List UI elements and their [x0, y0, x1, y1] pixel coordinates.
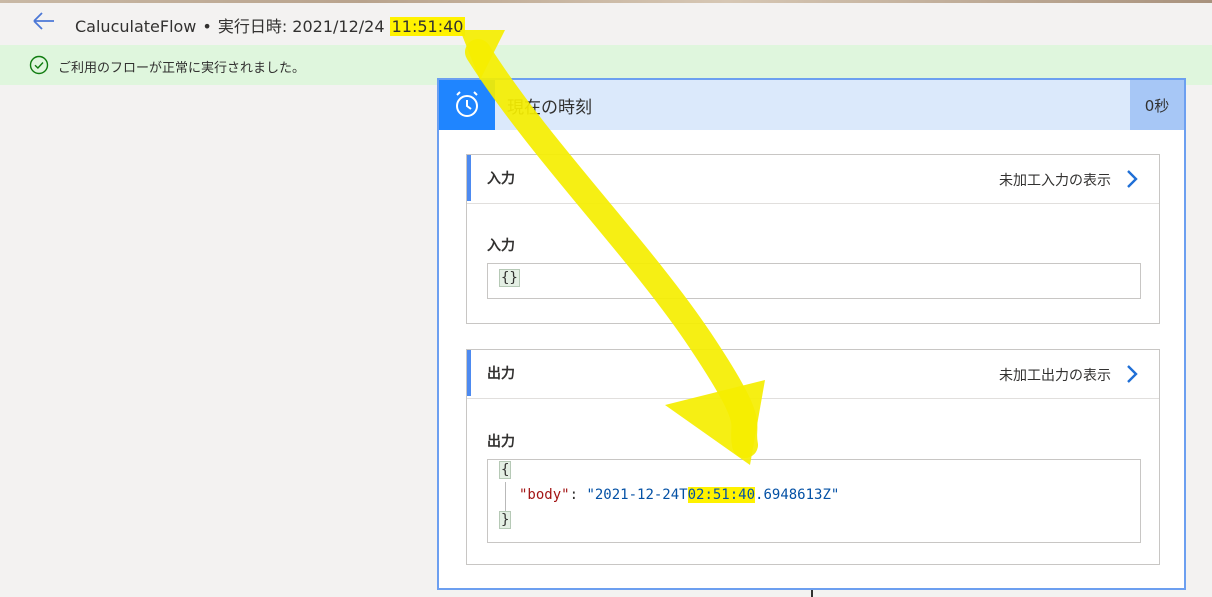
action-header[interactable]: 現在の時刻 0秒 [439, 80, 1184, 130]
alarm-clock-icon [439, 80, 495, 130]
action-card: 現在の時刻 0秒 入力 未加工入力の表示 入力 {} 出力 未加工出力の表示 出… [437, 78, 1186, 590]
banner-message: ご利用のフローが正常に実行されました。 [58, 61, 306, 76]
close-brace: } [499, 511, 512, 529]
outputs-section-header: 出力 未加工出力の表示 [467, 350, 1159, 399]
run-date: 実行日時: 2021/12/24 [217, 17, 385, 36]
inputs-section-label: 入力 [487, 171, 515, 187]
open-brace: { [499, 461, 512, 479]
outputs-section-label: 出力 [487, 366, 515, 382]
chevron-right-icon[interactable] [1125, 364, 1139, 384]
json-value-prefix: "2021-12-24T [586, 487, 688, 503]
outputs-accent-bar [467, 350, 471, 396]
outputs-label: 出力 [487, 434, 515, 450]
back-arrow-icon[interactable] [30, 9, 58, 33]
show-raw-inputs-link[interactable]: 未加工入力の表示 [999, 170, 1111, 190]
json-value-suffix: .6948613Z" [755, 487, 840, 503]
inputs-accent-bar [467, 155, 471, 201]
page-title: CaluculateFlow • 実行日時: 2021/12/24 11:51:40 [75, 13, 466, 37]
json-value-highlight: 02:51:40 [687, 487, 756, 503]
run-header: CaluculateFlow • 実行日時: 2021/12/24 11:51:40 [0, 3, 1212, 45]
action-title: 現在の時刻 [507, 98, 592, 118]
inputs-label: 入力 [487, 238, 515, 254]
flow-connector [811, 590, 813, 597]
outputs-section: 出力 未加工出力の表示 出力 { "body": "2021-12-24T02:… [466, 349, 1160, 565]
json-key: "body" [519, 487, 570, 503]
flow-name: CaluculateFlow [75, 17, 197, 36]
title-separator: • [202, 17, 212, 36]
outputs-code-box[interactable]: { "body": "2021-12-24T02:51:40.6948613Z"… [487, 459, 1141, 543]
inputs-section-header: 入力 未加工入力の表示 [467, 155, 1159, 204]
chevron-right-icon[interactable] [1125, 169, 1139, 189]
inputs-section: 入力 未加工入力の表示 入力 {} [466, 154, 1160, 324]
run-time: 11:51:40 [389, 17, 466, 36]
json-colon: : [569, 487, 587, 503]
inputs-code: {} [499, 269, 520, 287]
check-circle-icon [29, 55, 49, 75]
action-duration: 0秒 [1130, 80, 1184, 130]
show-raw-outputs-link[interactable]: 未加工出力の表示 [999, 365, 1111, 385]
inputs-code-box[interactable]: {} [487, 263, 1141, 299]
